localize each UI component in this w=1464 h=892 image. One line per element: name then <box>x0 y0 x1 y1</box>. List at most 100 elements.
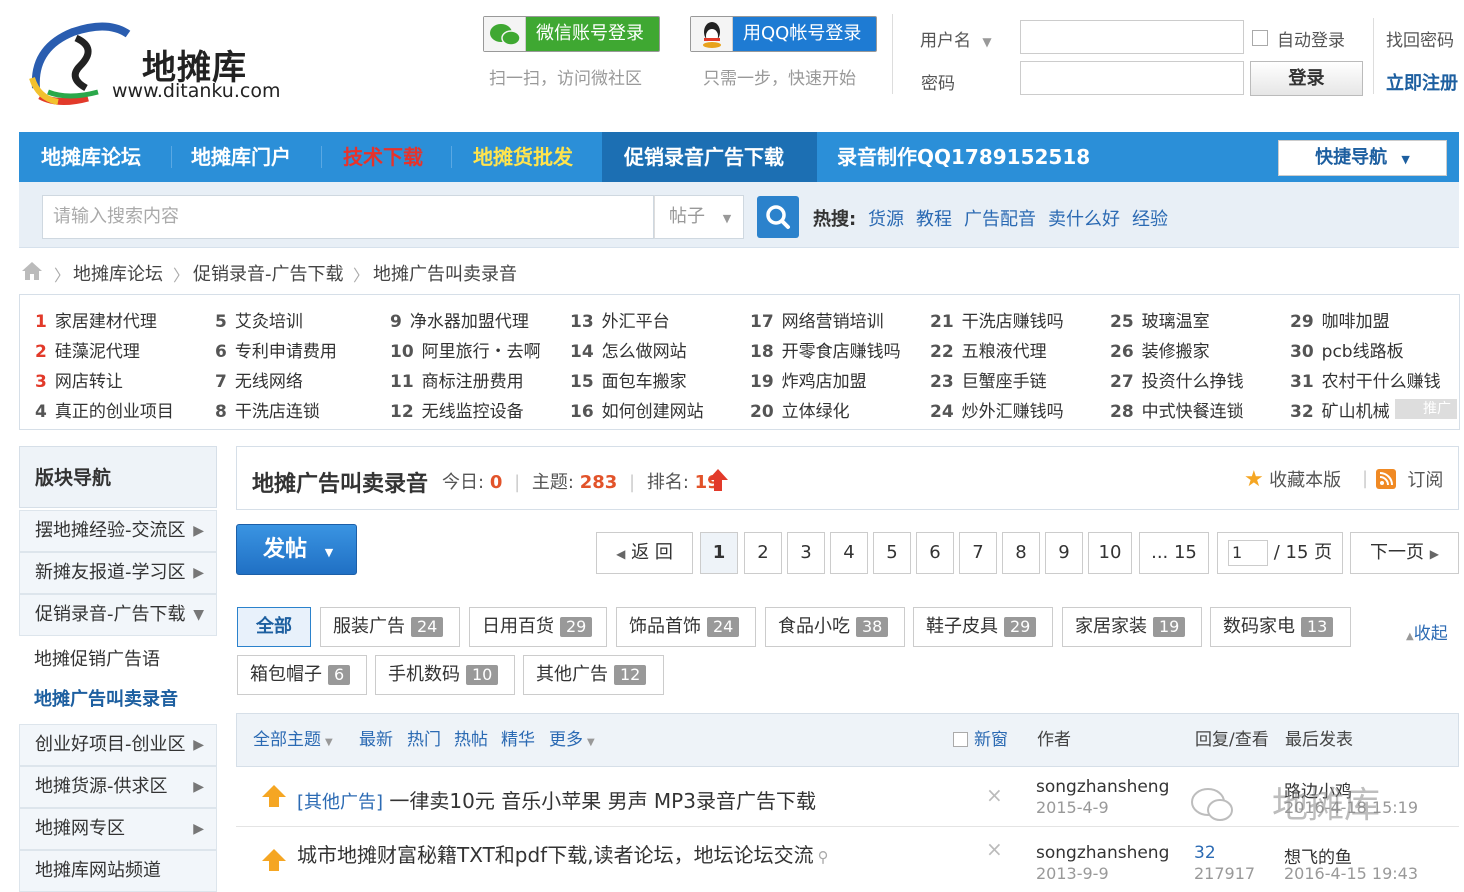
collapse-link[interactable]: ▲收起 <box>1406 619 1448 644</box>
keyword-link[interactable]: 18 开零食店赚钱吗 <box>750 337 901 362</box>
next-page-button[interactable]: 下一页 ▶ <box>1350 532 1459 574</box>
keyword-link[interactable]: 27 投资什么挣钱 <box>1110 367 1244 392</box>
keyword-link[interactable]: 13 外汇平台 <box>570 307 670 332</box>
page-link[interactable]: ... 15 <box>1139 532 1209 574</box>
keyword-link[interactable]: 28 中式快餐连锁 <box>1110 397 1244 422</box>
hot-word[interactable]: 教程 <box>916 205 952 231</box>
keyword-link[interactable]: 31 农村干什么赚钱 <box>1290 367 1441 392</box>
nav-recording-qq[interactable]: 录音制作QQ1789152518 <box>837 132 1090 182</box>
new-post-button[interactable]: 发帖 ▼ <box>236 524 357 575</box>
search-input[interactable]: 请输入搜索内容 <box>42 195 654 239</box>
keyword-link[interactable]: 12 无线监控设备 <box>390 397 524 422</box>
close-icon[interactable]: × <box>986 783 1003 807</box>
sidebar-item[interactable]: 新摊友报道-学习区 ▶ <box>19 552 217 594</box>
hot-word[interactable]: 货源 <box>868 205 904 231</box>
keyword-link[interactable]: 11 商标注册费用 <box>390 367 524 392</box>
username-input[interactable] <box>1020 20 1244 54</box>
filter-tab[interactable]: 家居家装 19 <box>1062 607 1202 647</box>
sidebar-item[interactable]: 地摊库网站频道 <box>19 850 217 892</box>
keyword-link[interactable]: 1 家居建材代理 <box>35 307 157 332</box>
register-link[interactable]: 立即注册 <box>1386 69 1458 95</box>
auto-login-checkbox[interactable] <box>1252 30 1268 46</box>
page-link[interactable]: 6 <box>916 532 954 574</box>
filter-more[interactable]: 更多 ▼ <box>549 714 595 769</box>
filter-tab[interactable]: 日用百货 29 <box>469 607 607 647</box>
filter-tab[interactable]: 其他广告 12 <box>523 655 664 695</box>
search-button[interactable] <box>757 196 799 238</box>
breadcrumb-item[interactable]: 地摊库论坛 <box>73 260 163 286</box>
filter-tab[interactable]: 箱包帽子 6 <box>237 655 367 695</box>
sidebar-subitem[interactable]: 地摊促销广告语 <box>19 640 217 680</box>
ad-badge[interactable]: 推广 <box>1395 399 1457 419</box>
page-current[interactable]: 1 <box>700 532 738 574</box>
nav-tech-download[interactable]: 技术下载 <box>343 132 423 182</box>
keyword-link[interactable]: 21 干洗店赚钱吗 <box>930 307 1064 332</box>
keyword-link[interactable]: 30 pcb线路板 <box>1290 337 1404 362</box>
quick-nav-button[interactable]: 快捷导航 ▼ <box>1278 140 1447 176</box>
thread-author[interactable]: songzhansheng <box>1036 777 1169 797</box>
sidebar-item[interactable]: 地摊网专区 ▶ <box>19 808 217 850</box>
nav-promo-audio[interactable]: 促销录音广告下载 <box>602 132 817 182</box>
search-type-select[interactable]: 帖子 ▼ <box>654 195 744 239</box>
keyword-link[interactable]: 6 专利申请费用 <box>215 337 337 362</box>
page-link[interactable]: 2 <box>744 532 782 574</box>
page-link[interactable]: 3 <box>787 532 825 574</box>
keyword-link[interactable]: 24 炒外汇赚钱吗 <box>930 397 1064 422</box>
sidebar-item[interactable]: 摆地摊经验-交流区 ▶ <box>19 510 217 552</box>
sidebar-item[interactable]: 地摊货源-供求区 ▶ <box>19 766 217 808</box>
thread-title[interactable]: 城市地摊财富秘籍TXT和pdf下载,读者论坛，地坛论坛交流 ⚲ <box>297 839 829 868</box>
login-button[interactable]: 登录 <box>1250 61 1363 96</box>
keyword-link[interactable]: 16 如何创建网站 <box>570 397 704 422</box>
wechat-login-button[interactable]: 微信账号登录 <box>483 16 660 52</box>
keyword-link[interactable]: 26 装修搬家 <box>1110 337 1210 362</box>
subscribe-link[interactable]: 订阅 <box>1376 466 1443 492</box>
home-icon[interactable] <box>20 260 44 287</box>
keyword-link[interactable]: 20 立体绿化 <box>750 397 850 422</box>
keyword-link[interactable]: 5 艾灸培训 <box>215 307 303 332</box>
keyword-link[interactable]: 4 真正的创业项目 <box>35 397 174 422</box>
filter-tab[interactable]: 数码家电 13 <box>1210 607 1351 647</box>
keyword-link[interactable]: 3 网店转让 <box>35 367 123 392</box>
hot-word[interactable]: 卖什么好 <box>1048 205 1120 231</box>
keyword-link[interactable]: 32 矿山机械 <box>1290 397 1390 422</box>
filter-tab[interactable]: 服装广告 24 <box>320 607 460 647</box>
filter-hot-posts[interactable]: 热帖 <box>454 714 488 766</box>
keyword-link[interactable]: 17 网络营销培训 <box>750 307 884 332</box>
qq-login-button[interactable]: 用QQ帐号登录 <box>690 16 877 52</box>
filter-latest[interactable]: 最新 <box>359 714 393 766</box>
password-input[interactable] <box>1020 61 1244 95</box>
filter-all-topics[interactable]: 全部主题 ▼ <box>253 714 333 769</box>
filter-digest[interactable]: 精华 <box>501 714 535 766</box>
page-link[interactable]: 8 <box>1002 532 1040 574</box>
breadcrumb-item[interactable]: 促销录音-广告下载 <box>193 260 344 286</box>
site-logo[interactable]: 地摊库 www.ditanku.com <box>28 18 288 108</box>
filter-tab[interactable]: 饰品首饰 24 <box>616 607 756 647</box>
hot-word[interactable]: 经验 <box>1132 205 1168 231</box>
keyword-link[interactable]: 29 咖啡加盟 <box>1290 307 1390 332</box>
filter-tab[interactable]: 鞋子皮具 29 <box>913 607 1053 647</box>
keyword-link[interactable]: 15 面包车搬家 <box>570 367 687 392</box>
keyword-link[interactable]: 23 巨蟹座手链 <box>930 367 1047 392</box>
sidebar-item[interactable]: 创业好项目-创业区 ▶ <box>19 724 217 766</box>
keyword-link[interactable]: 9 净水器加盟代理 <box>390 307 529 332</box>
thread-category[interactable]: [其他广告] <box>297 792 383 813</box>
keyword-link[interactable]: 2 硅藻泥代理 <box>35 337 140 362</box>
back-button[interactable]: ◀ 返 回 <box>596 532 693 574</box>
username-label[interactable]: 用户名 ▼ <box>920 26 992 51</box>
keyword-link[interactable]: 10 阿里旅行・去啊 <box>390 337 541 362</box>
keyword-link[interactable]: 19 炸鸡店加盟 <box>750 367 867 392</box>
page-link[interactable]: 10 <box>1088 532 1132 574</box>
filter-tab[interactable]: 全部 <box>237 607 311 647</box>
keyword-link[interactable]: 14 怎么做网站 <box>570 337 687 362</box>
sidebar-item-expanded[interactable]: 促销录音-广告下载 ▼ <box>19 594 217 636</box>
keyword-link[interactable]: 25 玻璃温室 <box>1110 307 1210 332</box>
filter-hot[interactable]: 热门 <box>407 714 441 766</box>
nav-forum[interactable]: 地摊库论坛 <box>41 132 141 182</box>
page-link[interactable]: 9 <box>1045 532 1083 574</box>
thread-replies[interactable]: 32 <box>1194 843 1216 863</box>
thread-row[interactable]: 城市地摊财富秘籍TXT和pdf下载,读者论坛，地坛论坛交流 ⚲ × songzha… <box>236 827 1459 883</box>
keyword-link[interactable]: 7 无线网络 <box>215 367 303 392</box>
filter-tab[interactable]: 手机数码 10 <box>375 655 515 695</box>
breadcrumb-item[interactable]: 地摊广告叫卖录音 <box>373 260 517 286</box>
thread-author[interactable]: songzhansheng <box>1036 843 1169 863</box>
